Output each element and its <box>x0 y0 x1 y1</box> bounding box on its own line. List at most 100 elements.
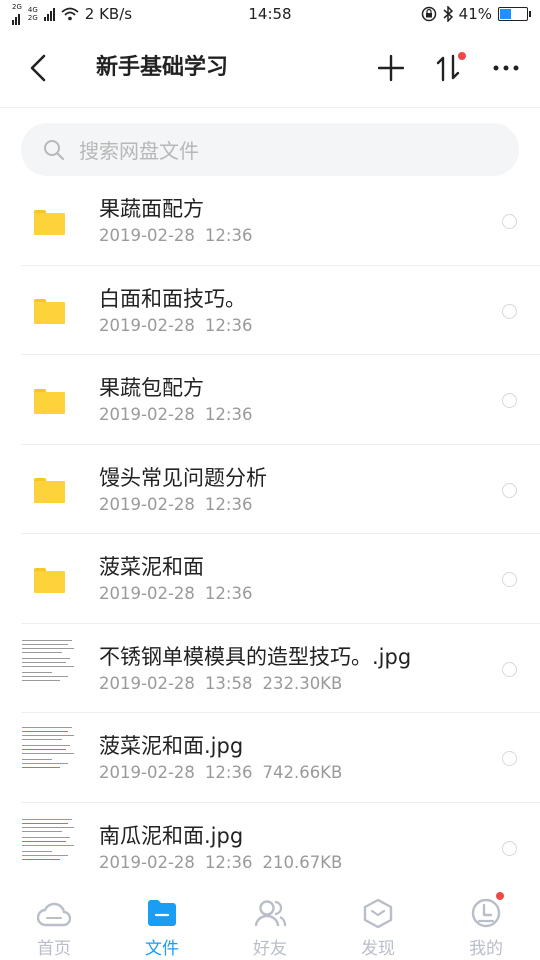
folder-row[interactable]: 果蔬包配方 2019-02-28 12:36 <box>0 355 540 445</box>
profile-icon <box>471 898 501 928</box>
page-title: 新手基础学习 <box>96 55 229 80</box>
tab-label: 好友 <box>253 939 287 959</box>
tab-files[interactable]: 文件 <box>108 886 216 960</box>
battery-icon <box>498 7 531 21</box>
tab-profile[interactable]: 我的 <box>432 886 540 960</box>
network-type-label: 4G <box>27 6 38 14</box>
tab-label: 文件 <box>145 939 179 959</box>
folder-icon <box>20 290 78 334</box>
file-date: 2019-02-28 <box>99 852 195 872</box>
friends-icon <box>254 900 287 927</box>
file-row[interactable]: 菠菜泥和面.jpg 2019-02-28 12:36 742.66KB <box>0 713 540 803</box>
file-list: 果蔬面配方 2019-02-28 12:36 白面和面技巧。 2019-02-28 12:… <box>0 176 540 892</box>
tab-discover[interactable]: 发现 <box>324 886 432 960</box>
rotation-lock-icon <box>421 6 436 22</box>
notification-badge <box>496 892 504 900</box>
more-button[interactable] <box>488 50 524 86</box>
search-placeholder: 搜索网盘文件 <box>79 139 199 163</box>
select-radio[interactable] <box>502 572 517 587</box>
header-divider <box>0 107 540 108</box>
select-radio[interactable] <box>502 661 517 677</box>
file-size: 210.67KB <box>262 852 343 872</box>
file-time: 12:36 <box>204 226 253 245</box>
folder-icon <box>20 200 78 244</box>
select-radio[interactable] <box>502 303 517 319</box>
select-radio[interactable] <box>502 393 517 408</box>
network-type-label: 2G <box>27 14 38 22</box>
tab-friends[interactable]: 好友 <box>216 886 324 960</box>
file-meta: 2019-02-28 13:58 232.30KB <box>99 674 342 694</box>
transfer-button[interactable] <box>430 50 466 86</box>
file-size: 232.30KB <box>262 673 343 693</box>
tab-home[interactable]: 首页 <box>0 886 108 960</box>
folder-icon <box>20 558 78 602</box>
select-radio[interactable] <box>502 482 517 498</box>
folder-icon <box>20 379 78 423</box>
image-thumbnail <box>22 633 77 686</box>
file-time: 12:36 <box>204 763 253 782</box>
file-meta: 2019-02-28 12:36 <box>99 495 252 515</box>
folder-row[interactable]: 白面和面技巧。 2019-02-28 12:36 <box>0 266 540 355</box>
image-thumbnail <box>22 812 77 865</box>
battery-percent: 41% <box>458 5 492 23</box>
file-name: 不锈钢单模模具的造型技巧。.jpg <box>99 644 412 669</box>
select-radio[interactable] <box>502 840 517 856</box>
more-dots-icon <box>493 65 519 71</box>
file-meta: 2019-02-28 12:36 <box>99 226 252 246</box>
notification-badge <box>458 52 466 60</box>
file-meta: 2019-02-28 12:36 <box>99 316 252 336</box>
file-name: 馒头常见问题分析 <box>99 465 267 490</box>
file-meta: 2019-02-28 12:36 <box>99 405 252 425</box>
folder-row[interactable]: 馒头常见问题分析 2019-02-28 12:36 <box>0 445 540 534</box>
file-row[interactable]: 南瓜泥和面.jpg 2019-02-28 12:36 210.67KB <box>0 803 540 892</box>
file-name: 菠菜泥和面 <box>99 555 204 579</box>
network-speed: 2 KB/s <box>84 5 133 23</box>
file-name: 果蔬面配方 <box>99 197 204 221</box>
file-time: 12:36 <box>204 584 253 603</box>
file-date: 2019-02-28 <box>99 763 195 782</box>
discover-icon <box>363 898 393 928</box>
file-size: 742.66KB <box>262 763 343 782</box>
tab-label: 我的 <box>469 939 503 959</box>
file-meta: 2019-02-28 12:36 210.67KB <box>99 853 342 873</box>
file-name: 南瓜泥和面.jpg <box>99 823 244 848</box>
file-meta: 2019-02-28 12:36 742.66KB <box>99 763 342 783</box>
status-bar: 2G 4G 2G 2 KB/s 14:58 41% <box>0 0 540 28</box>
bluetooth-icon <box>443 6 453 22</box>
bottom-tab-bar: 首页 文件 好友 发现 我的 <box>0 886 540 960</box>
folder-row[interactable]: 菠菜泥和面 2019-02-28 12:36 <box>0 534 540 624</box>
network-type-label: 2G <box>12 3 22 11</box>
select-radio[interactable] <box>502 214 517 229</box>
header: 新手基础学习 <box>0 28 540 108</box>
clock: 14:58 <box>248 5 292 23</box>
file-date: 2019-02-28 <box>99 673 195 693</box>
file-name: 果蔬包配方 <box>99 376 204 400</box>
file-time: 12:36 <box>204 852 253 872</box>
signal-bars-icon <box>12 11 22 25</box>
search-input[interactable]: 搜索网盘文件 <box>21 123 519 176</box>
file-date: 2019-02-28 <box>99 405 195 424</box>
image-thumbnail <box>22 723 77 775</box>
file-date: 2019-02-28 <box>99 315 195 335</box>
file-date: 2019-02-28 <box>99 226 195 245</box>
plus-icon <box>378 55 404 81</box>
select-radio[interactable] <box>502 751 517 766</box>
file-time: 12:36 <box>204 494 253 514</box>
transfer-arrows-icon <box>436 54 460 82</box>
cloud-icon <box>37 902 71 927</box>
sim1-signal: 2G <box>12 3 22 25</box>
status-right: 41% <box>421 5 531 23</box>
file-date: 2019-02-28 <box>99 584 195 603</box>
back-button[interactable] <box>22 52 54 84</box>
tab-label: 发现 <box>361 939 395 959</box>
wifi-icon <box>61 7 79 21</box>
signal-bars-icon <box>43 7 55 21</box>
file-name: 菠菜泥和面.jpg <box>99 734 244 758</box>
search-icon <box>44 139 64 160</box>
chevron-left-icon <box>30 54 46 82</box>
folder-row[interactable]: 果蔬面配方 2019-02-28 12:36 <box>0 176 540 266</box>
file-row[interactable]: 不锈钢单模模具的造型技巧。.jpg 2019-02-28 13:58 232.30KB <box>0 624 540 713</box>
file-time: 12:36 <box>204 315 253 335</box>
add-button[interactable] <box>373 50 409 86</box>
file-name: 白面和面技巧。 <box>99 286 246 311</box>
